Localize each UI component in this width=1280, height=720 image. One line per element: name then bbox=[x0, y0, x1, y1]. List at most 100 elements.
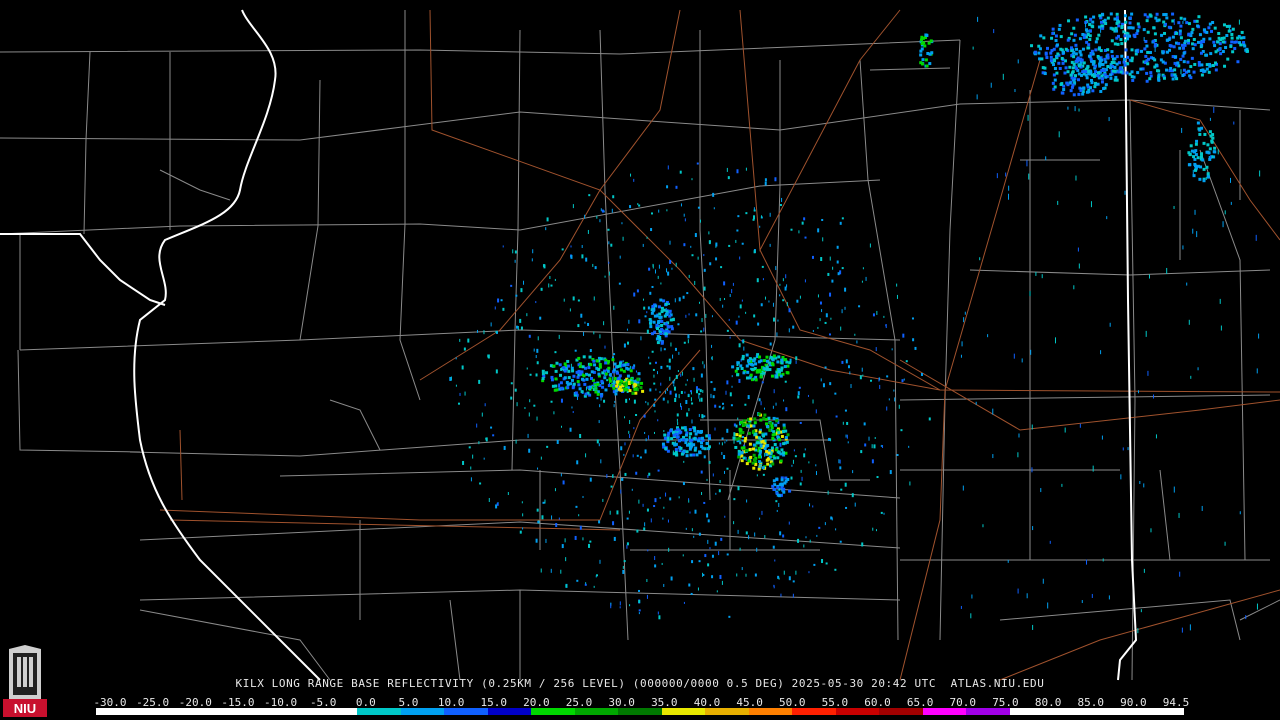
echo-pixel bbox=[581, 244, 583, 248]
echo-pixel bbox=[575, 505, 578, 508]
echo-pixel bbox=[674, 378, 676, 381]
echo-pixel bbox=[663, 506, 665, 509]
echo-pixel bbox=[659, 391, 661, 394]
echo-pixel bbox=[680, 373, 682, 377]
echo-pixel bbox=[862, 374, 864, 377]
echo-pixel bbox=[751, 363, 755, 367]
scale-color-segment bbox=[357, 708, 401, 715]
echo-pixel bbox=[647, 306, 650, 310]
echo-pixel bbox=[733, 439, 735, 444]
echo-pixel bbox=[1153, 65, 1157, 69]
echo-pixel bbox=[572, 204, 574, 209]
niu-logo: NIU bbox=[3, 645, 47, 717]
echo-pixel bbox=[856, 340, 858, 344]
echo-pixel bbox=[640, 336, 642, 341]
echo-pixel bbox=[1122, 30, 1126, 34]
radar-map[interactable] bbox=[0, 0, 1280, 720]
echo-pixel bbox=[1206, 172, 1210, 176]
echo-pixel bbox=[735, 320, 738, 325]
echo-pixel bbox=[519, 318, 522, 323]
echo-pixel bbox=[785, 407, 788, 412]
echo-pixel bbox=[874, 437, 876, 440]
scale-color-segment bbox=[661, 708, 706, 715]
echo-pixel bbox=[724, 441, 726, 444]
echo-pixel bbox=[581, 365, 585, 369]
scale-color-segment bbox=[705, 708, 749, 715]
echo-pixel bbox=[1060, 56, 1064, 60]
echo-pixel bbox=[694, 509, 697, 514]
echo-pixel bbox=[1178, 46, 1182, 50]
echo-pixel bbox=[795, 356, 798, 361]
echo-pixel bbox=[703, 268, 706, 272]
echo-pixel bbox=[753, 314, 756, 318]
echo-pixel bbox=[582, 355, 586, 359]
echo-pixel bbox=[841, 309, 843, 314]
echo-pixel bbox=[741, 439, 744, 442]
echo-pixel bbox=[1196, 121, 1200, 125]
echo-pixel bbox=[688, 393, 690, 396]
echo-pixel bbox=[1052, 47, 1056, 51]
echo-pixel bbox=[1090, 49, 1094, 53]
echo-pixel bbox=[1208, 147, 1212, 151]
county-line bbox=[939, 39, 961, 641]
echo-pixel bbox=[1104, 75, 1108, 79]
echo-pixel bbox=[846, 421, 849, 425]
echo-pixel bbox=[541, 515, 544, 520]
echo-pixel bbox=[1186, 282, 1188, 286]
scale-color-segment bbox=[922, 708, 967, 715]
echo-pixel bbox=[1239, 43, 1243, 47]
echo-pixel bbox=[1239, 511, 1241, 515]
echo-pixel bbox=[970, 613, 972, 619]
echo-pixel bbox=[758, 460, 762, 464]
echo-pixel bbox=[847, 365, 850, 369]
echo-pixel bbox=[613, 305, 615, 310]
echo-pixel bbox=[800, 469, 802, 473]
echo-pixel bbox=[540, 568, 542, 573]
echo-pixel bbox=[1055, 43, 1059, 47]
echo-pixel bbox=[660, 365, 663, 369]
echo-pixel bbox=[585, 386, 587, 391]
scale-color-segment bbox=[618, 708, 662, 715]
echo-pixel bbox=[770, 374, 774, 378]
echo-pixel bbox=[619, 255, 621, 259]
echo-pixel bbox=[752, 443, 756, 447]
scale-color-segment bbox=[1053, 708, 1097, 715]
echo-pixel bbox=[597, 372, 601, 376]
echo-pixel bbox=[839, 540, 842, 543]
echo-pixel bbox=[824, 321, 827, 324]
echo-pixel bbox=[569, 427, 572, 432]
echo-pixel bbox=[644, 431, 646, 434]
echo-pixel bbox=[726, 439, 728, 442]
echo-pixel bbox=[640, 381, 644, 385]
echo-pixel bbox=[623, 343, 626, 348]
echo-pixel bbox=[755, 435, 759, 439]
echo-pixel bbox=[1099, 20, 1103, 24]
echo-pixel bbox=[584, 392, 588, 396]
echo-pixel bbox=[542, 501, 545, 504]
echo-pixel bbox=[767, 416, 771, 420]
echo-pixel bbox=[701, 414, 704, 419]
echo-pixel bbox=[1088, 29, 1092, 33]
echo-pixel bbox=[1077, 78, 1081, 82]
echo-pixel bbox=[1233, 121, 1235, 125]
echo-pixel bbox=[1226, 57, 1230, 61]
echo-pixel bbox=[849, 371, 851, 375]
echo-pixel bbox=[1127, 26, 1131, 30]
county-line bbox=[0, 39, 961, 55]
echo-pixel bbox=[830, 317, 832, 320]
echo-pixel bbox=[799, 295, 801, 299]
echo-pixel bbox=[583, 331, 585, 336]
echo-pixel bbox=[650, 228, 653, 232]
echo-pixel bbox=[1145, 19, 1149, 23]
echo-pixel bbox=[572, 374, 576, 378]
echo-pixel bbox=[484, 403, 486, 407]
echo-pixel bbox=[1173, 486, 1175, 493]
echo-pixel bbox=[526, 367, 528, 370]
echo-pixel bbox=[1119, 38, 1123, 42]
echo-pixel bbox=[1082, 35, 1086, 39]
echo-pixel bbox=[646, 329, 649, 334]
echo-pixel bbox=[635, 370, 637, 373]
echo-pixel bbox=[741, 354, 745, 358]
echo-pixel bbox=[753, 421, 757, 425]
echo-pixel bbox=[661, 442, 665, 446]
